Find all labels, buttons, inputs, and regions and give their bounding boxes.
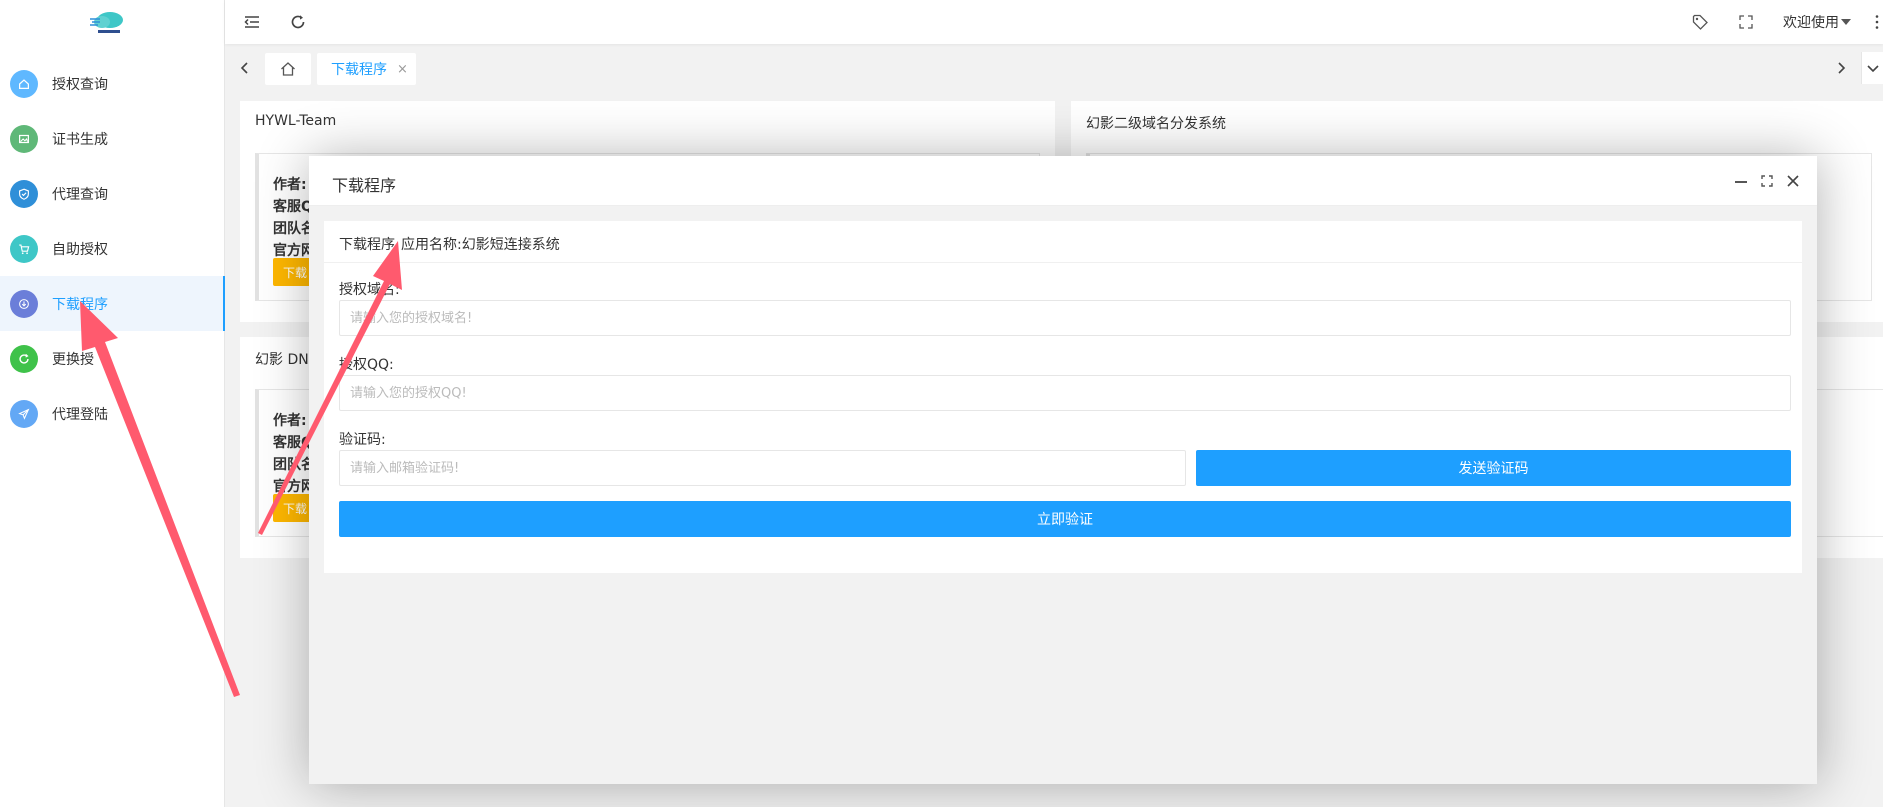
card-line: 作者: <box>273 413 307 429</box>
sidebar-item-label: 自助授权 <box>52 241 108 258</box>
tab-scroll-right-icon[interactable] <box>1831 52 1851 84</box>
card-title: 幻影二级域名分发系统 <box>1086 116 1226 132</box>
cart-icon <box>10 234 38 263</box>
sidebar-item-label: 代理查询 <box>52 186 108 203</box>
home-icon <box>10 69 38 98</box>
sidebar-item-cert-gen[interactable]: 证书生成 <box>0 111 225 166</box>
card-line: 客服Q <box>273 199 313 215</box>
domain-input[interactable] <box>339 300 1791 336</box>
image-icon <box>10 124 38 153</box>
refresh-icon <box>10 344 38 373</box>
code-input[interactable] <box>339 450 1186 486</box>
sidebar-item-change-auth[interactable]: 更换授 <box>0 331 225 386</box>
send-code-button[interactable]: 发送验证码 <box>1196 450 1791 486</box>
card-line: 作者: <box>273 177 307 193</box>
qq-label: 授权QQ: <box>339 357 394 373</box>
minimize-icon[interactable] <box>1732 172 1750 190</box>
caret-down-icon <box>1841 19 1851 25</box>
download-modal: 下载程序 下载程序 应用名称:幻影短连接系统 授权域名: 授权QQ: 验证码: … <box>309 156 1817 784</box>
sidebar-item-auth-query[interactable]: 授权查询 <box>0 56 225 111</box>
sidebar-item-label: 授权查询 <box>52 76 108 93</box>
maximize-icon[interactable] <box>1758 172 1776 190</box>
modal-header: 下载程序 <box>309 156 1817 206</box>
sidebar-item-agent-query[interactable]: 代理查询 <box>0 166 225 221</box>
sidebar-item-agent-login[interactable]: 代理登陆 <box>0 386 225 441</box>
refresh-icon[interactable] <box>287 11 309 33</box>
tab-label: 下载程序 <box>331 62 387 78</box>
qq-input[interactable] <box>339 375 1791 411</box>
sidebar-item-download[interactable]: 下载程序 <box>0 276 225 331</box>
close-icon[interactable] <box>1784 172 1802 190</box>
tab-scroll-left-icon[interactable] <box>235 52 255 84</box>
tab-dropdown-icon[interactable] <box>1861 52 1883 84</box>
tab-home[interactable] <box>265 53 311 85</box>
card-line: 客服Q <box>273 435 313 451</box>
tab-close-icon[interactable]: × <box>397 62 408 77</box>
shield-icon <box>10 179 38 208</box>
send-icon <box>10 399 38 428</box>
sidebar-item-label: 证书生成 <box>52 131 108 148</box>
code-label: 验证码: <box>339 432 386 448</box>
welcome-text: 欢迎使用 <box>1783 15 1839 31</box>
modal-title: 下载程序 <box>332 176 397 195</box>
sidebar-item-self-auth[interactable]: 自助授权 <box>0 221 225 276</box>
sidebar-item-label: 代理登陆 <box>52 406 108 423</box>
sidebar: 授权查询 证书生成 代理查询 自助授权 下载程序 更换授 代理登陆 <box>0 0 225 807</box>
download-icon <box>10 289 38 318</box>
tab-download[interactable]: 下载程序 × <box>317 53 416 85</box>
home-icon <box>281 62 295 76</box>
form-panel: 下载程序 应用名称:幻影短连接系统 授权域名: 授权QQ: 验证码: 发送验证码… <box>324 221 1802 573</box>
sidebar-item-label: 更换授 <box>52 351 94 368</box>
more-vertical-icon[interactable] <box>1872 11 1882 33</box>
fullscreen-icon[interactable] <box>1735 11 1757 33</box>
verify-button[interactable]: 立即验证 <box>339 501 1791 537</box>
domain-label: 授权域名: <box>339 282 400 298</box>
app-name: 应用名称:幻影短连接系统 <box>401 237 560 253</box>
logo <box>90 12 123 33</box>
panel-header: 下载程序 应用名称:幻影短连接系统 <box>324 221 1802 263</box>
user-menu[interactable]: 欢迎使用 <box>1783 12 1851 32</box>
top-header: 欢迎使用 <box>225 0 1883 44</box>
card-title: HYWL-Team <box>255 113 337 129</box>
panel-heading: 下载程序 <box>339 237 395 253</box>
tab-bar: 下载程序 × <box>225 48 1883 92</box>
tag-icon[interactable] <box>1689 11 1711 33</box>
menu-fold-icon[interactable] <box>241 11 263 33</box>
sidebar-item-label: 下载程序 <box>52 296 108 313</box>
